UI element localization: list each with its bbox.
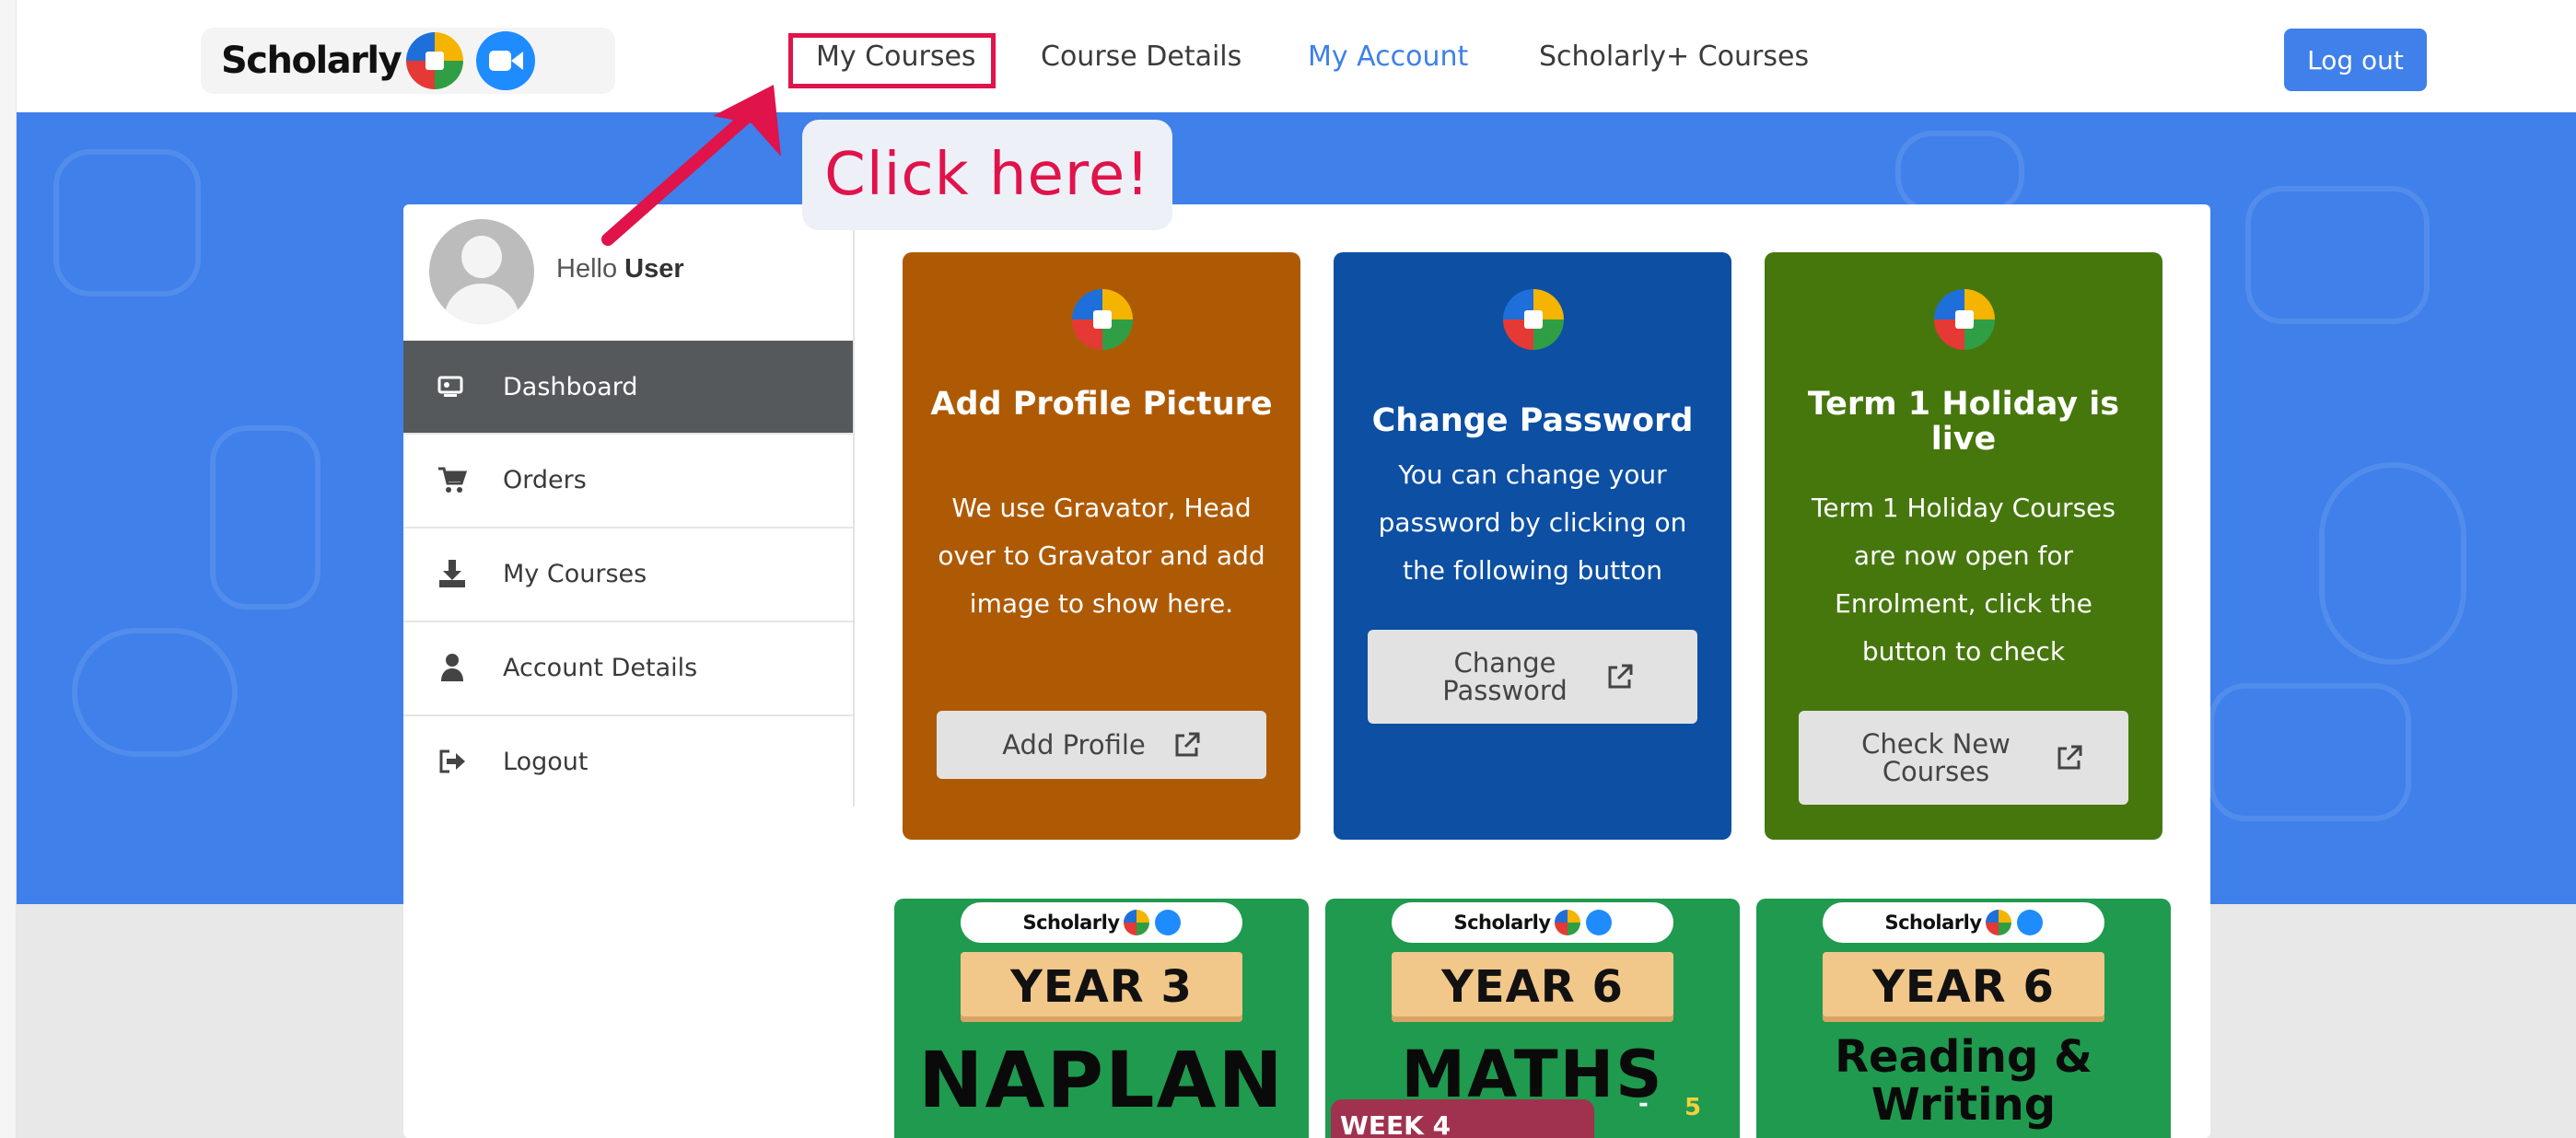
check-new-courses-button[interactable]: Check New Courses: [1799, 711, 2128, 805]
decorative-number: 5: [1684, 1094, 1702, 1121]
course-subject: Reading & Writing: [1835, 1031, 2092, 1131]
sign-out-icon: [437, 746, 468, 777]
sidebar-item-account-details[interactable]: Account Details: [403, 621, 853, 713]
sidebar-item-my-courses[interactable]: My Courses: [403, 527, 853, 619]
logo-mark-icon: [1554, 910, 1580, 935]
account-sidebar: Hello User Dashboard Orders My Courses A…: [403, 204, 855, 807]
sidebar-item-label: Account Details: [503, 653, 698, 682]
course-year: YEAR 6: [1441, 961, 1624, 1013]
background-doodle: [210, 425, 321, 610]
sidebar-item-dashboard[interactable]: Dashboard: [403, 341, 853, 433]
external-link-icon: [2057, 745, 2082, 770]
card-text: You can change your password by clicking…: [1378, 459, 1687, 586]
nav-link-course-details[interactable]: Course Details: [1041, 41, 1241, 73]
site-logo[interactable]: Scholarly: [201, 28, 615, 94]
background-doodle: [2319, 462, 2466, 665]
change-password-button[interactable]: Change Password: [1368, 630, 1697, 724]
callout-text: Click here!: [824, 141, 1150, 209]
card-text: Term 1 Holiday Courses are now open for …: [1812, 493, 2116, 667]
course-badge: Scholarly: [1392, 902, 1673, 943]
card-title: Add Profile Picture: [930, 386, 1273, 423]
background-doodle: [53, 149, 201, 296]
card-title: Term 1 Holiday is live: [1807, 386, 2120, 458]
background-doodle: [72, 628, 238, 757]
logo-mark-icon: [1934, 289, 1995, 350]
greeting-text: Hello: [556, 254, 618, 284]
course-badge: Scholarly: [961, 902, 1242, 943]
nav-link-my-account[interactable]: My Account: [1308, 41, 1468, 73]
course-badge: Scholarly: [1823, 902, 2104, 943]
top-navbar: Scholarly My Courses Course Details My A…: [17, 0, 2576, 112]
user-icon: [437, 652, 468, 683]
logo-mark-icon: [1985, 910, 2011, 935]
logo-text: Scholarly: [221, 40, 402, 82]
logo-mark-icon: [1123, 910, 1149, 935]
dashboard-icon: [437, 371, 468, 402]
logo-mark-icon: [1072, 289, 1133, 350]
video-camera-icon: [476, 31, 536, 90]
course-year-plank: YEAR 3: [961, 952, 1242, 1022]
sidebar-item-label: Logout: [503, 747, 589, 776]
course-year-plank: YEAR 6: [1392, 952, 1673, 1022]
video-camera-icon: [1585, 910, 1612, 935]
card-text: We use Gravator, Head over to Gravator a…: [938, 493, 1265, 619]
background-doodle: [1895, 131, 2024, 214]
sidebar-item-orders[interactable]: Orders: [403, 433, 853, 525]
add-profile-button[interactable]: Add Profile: [937, 711, 1266, 779]
badge-text: Scholarly: [1022, 912, 1120, 934]
course-year: YEAR 6: [1872, 961, 2055, 1013]
sidebar-item-label: Orders: [503, 465, 587, 494]
course-year-plank: YEAR 6: [1823, 952, 2104, 1022]
course-card-year-6-reading-writing[interactable]: Scholarly YEAR 6 Reading & Writing: [1756, 899, 2171, 1138]
card-change-password: Change Password You can change your pass…: [1334, 252, 1731, 840]
background-doodle: [2245, 186, 2430, 324]
badge-text: Scholarly: [1884, 912, 1982, 934]
logout-button[interactable]: Log out: [2284, 29, 2427, 91]
badge-text: Scholarly: [1453, 912, 1551, 934]
sidebar-item-label: Dashboard: [503, 372, 638, 401]
nav-link-scholarly-plus-courses[interactable]: Scholarly+ Courses: [1539, 41, 1809, 73]
annotation-highlight-box: [788, 33, 996, 88]
course-card-year-6-maths[interactable]: Scholarly YEAR 6 MATHS WEEK 4 HOLIDAY 5 …: [1325, 899, 1740, 1138]
card-add-profile-picture: Add Profile Picture We use Gravator, Hea…: [903, 252, 1300, 840]
card-title: Change Password: [1371, 402, 1694, 439]
cart-icon: [437, 464, 468, 495]
video-camera-icon: [1154, 910, 1181, 935]
username: User: [624, 254, 684, 284]
button-label: Check New Courses: [1861, 728, 2011, 787]
background-doodle: [2209, 683, 2411, 821]
course-card-year-3-naplan[interactable]: Scholarly YEAR 3 NAPLAN: [894, 899, 1309, 1138]
download-icon: [437, 558, 468, 589]
video-camera-icon: [2016, 910, 2043, 935]
external-link-icon: [1175, 732, 1200, 757]
decorative-number: -: [1638, 1090, 1649, 1118]
greeting: Hello User: [556, 254, 684, 284]
account-panel: Hello User Dashboard Orders My Courses A…: [403, 204, 2210, 1138]
sidebar-item-logout[interactable]: Logout: [403, 714, 853, 807]
annotation-arrow-icon: [601, 85, 781, 246]
card-term-1-holiday: Term 1 Holiday is live Term 1 Holiday Co…: [1765, 252, 2162, 840]
annotation-callout: Click here!: [802, 120, 1172, 230]
sidebar-item-label: My Courses: [503, 559, 647, 588]
course-year: YEAR 3: [1010, 961, 1193, 1013]
logo-mark-icon: [406, 32, 464, 89]
button-label: Change Password: [1442, 647, 1568, 706]
logo-mark-icon: [1503, 289, 1564, 350]
button-label: Add Profile: [1002, 729, 1146, 761]
avatar: [429, 219, 534, 324]
external-link-icon: [1608, 664, 1633, 689]
window-edge: [0, 0, 17, 1138]
course-tag: WEEK 4 HOLIDAY: [1331, 1099, 1594, 1138]
course-subject: NAPLAN: [918, 1035, 1285, 1125]
